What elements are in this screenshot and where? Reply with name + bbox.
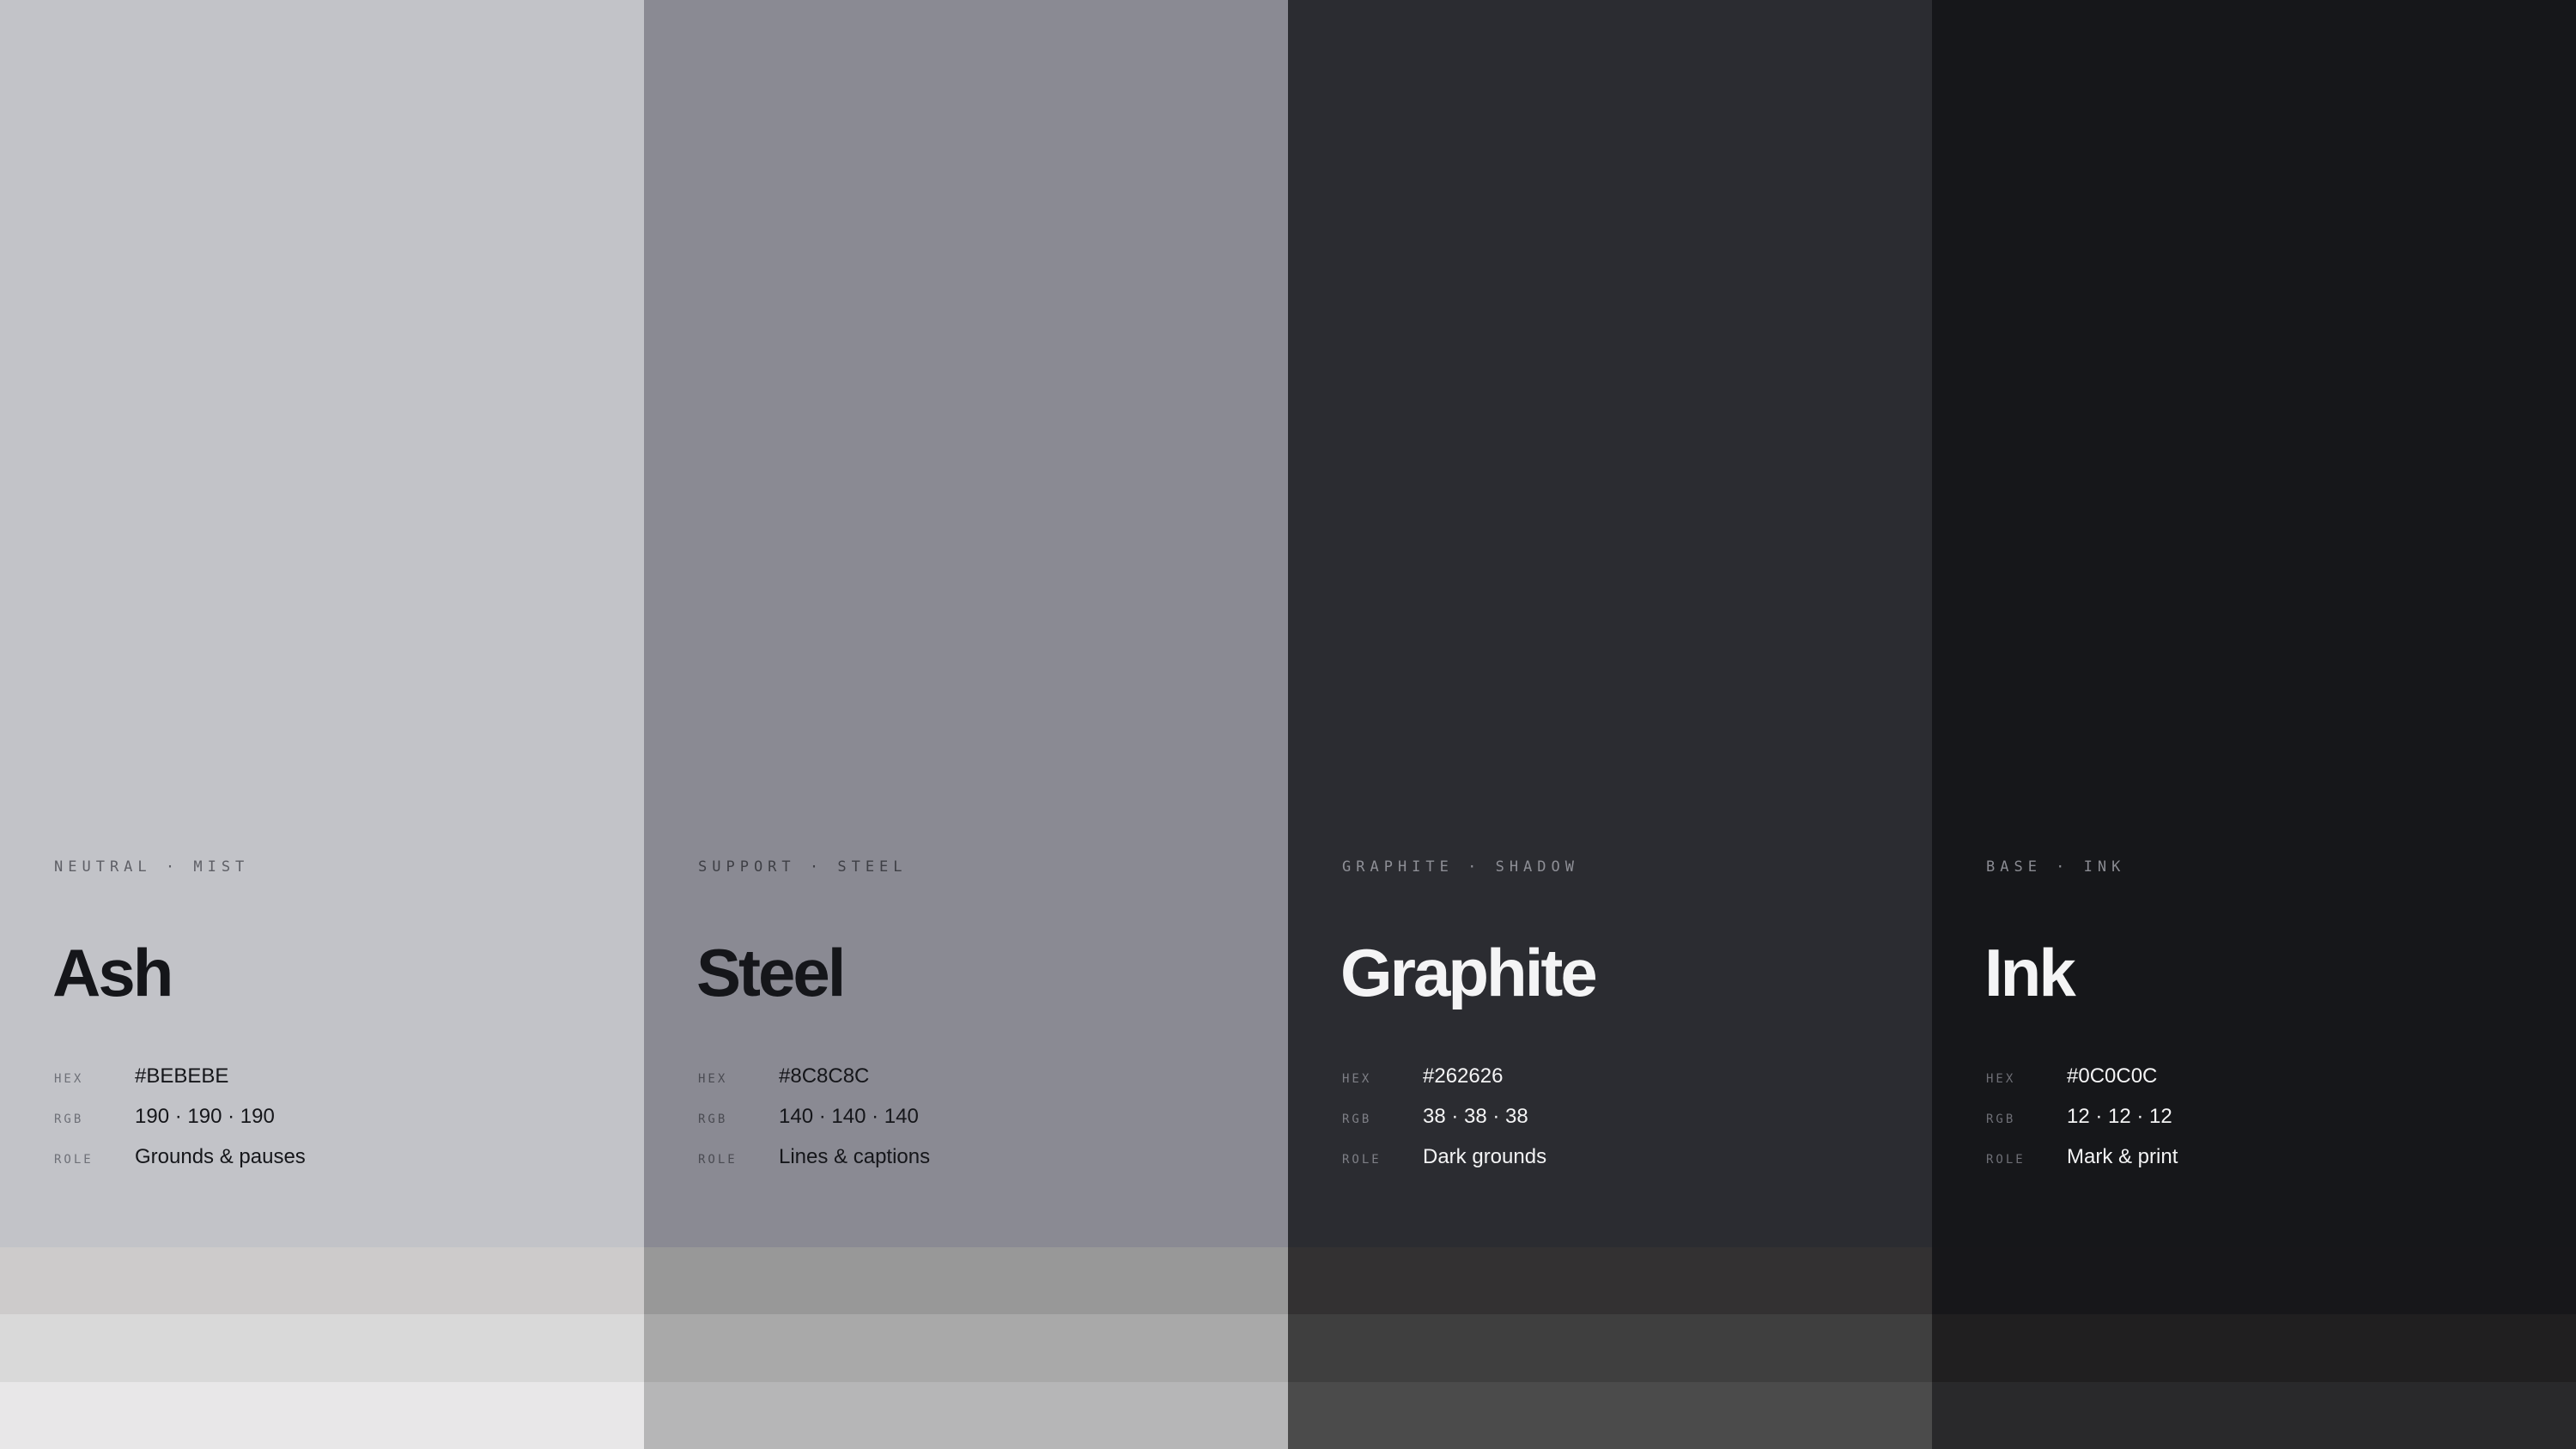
role-value: Grounds & pauses [135,1145,306,1168]
swatch-color-block [644,0,1288,1247]
hex-label: HEX [54,1072,84,1086]
spec-row-rgb: RGB 140 · 140 · 140 [698,1105,1248,1145]
tint-2 [1288,1314,1932,1382]
spec-row-hex: HEX #8C8C8C [698,1064,1248,1105]
spec-row-role: ROLE Mark & print [1986,1145,2536,1185]
spec-row-rgb: RGB 12 · 12 · 12 [1986,1105,2536,1145]
swatch-name: Steel [696,935,846,1010]
hex-value: #8C8C8C [779,1064,870,1088]
swatch-info: NEUTRAL · MIST Ash HEX #BEBEBE RGB 190 ·… [52,850,604,1168]
tint-1 [0,1247,644,1315]
swatch-eyebrow: GRAPHITE · SHADOW [1342,858,1579,876]
swatch-name: Ink [1984,935,2076,1010]
tint-1 [1932,1247,2576,1315]
swatch-ash: NEUTRAL · MIST Ash HEX #BEBEBE RGB 190 ·… [0,0,644,1449]
rgb-label: RGB [1342,1113,1372,1126]
hex-value: #262626 [1423,1064,1504,1088]
swatch-color-block [1288,0,1932,1247]
rgb-value: 12 · 12 · 12 [2067,1105,2172,1128]
spec-row-hex: HEX #262626 [1342,1064,1892,1105]
tint-strip [1932,1247,2576,1449]
tint-strip [0,1247,644,1449]
swatch-eyebrow: NEUTRAL · MIST [54,858,250,876]
tint-3 [1932,1381,2576,1449]
tint-strip [1288,1247,1932,1449]
tint-3 [0,1381,644,1449]
tint-2 [644,1314,1288,1382]
tint-3 [644,1381,1288,1449]
spec-row-hex: HEX #0C0C0C [1986,1064,2536,1105]
tint-2 [1932,1314,2576,1382]
role-value: Mark & print [2067,1145,2178,1168]
rgb-label: RGB [54,1113,84,1126]
role-label: ROLE [54,1153,94,1167]
role-label: ROLE [698,1153,738,1167]
swatch-name: Ash [52,935,173,1010]
swatch-graphite: GRAPHITE · SHADOW Graphite HEX #262626 R… [1288,0,1932,1449]
rgb-value: 38 · 38 · 38 [1423,1105,1528,1128]
swatch-info: BASE · INK Ink HEX #0C0C0C RGB 12 · 12 ·… [1984,850,2536,1168]
swatch-color-block [1932,0,2576,1247]
hex-label: HEX [698,1072,728,1086]
swatch-color-block [0,0,644,1247]
spec-row-role: ROLE Grounds & pauses [54,1145,604,1185]
swatch-specs: HEX #262626 RGB 38 · 38 · 38 ROLE Dark g… [1342,1064,1892,1185]
swatch-specs: HEX #BEBEBE RGB 190 · 190 · 190 ROLE Gro… [54,1064,604,1185]
tint-strip [644,1247,1288,1449]
swatch-eyebrow: SUPPORT · STEEL [698,858,908,876]
rgb-label: RGB [698,1113,728,1126]
swatch-info: GRAPHITE · SHADOW Graphite HEX #262626 R… [1340,850,1892,1168]
tint-1 [644,1247,1288,1315]
hex-value: #0C0C0C [2067,1064,2158,1088]
hex-label: HEX [1986,1072,2016,1086]
role-value: Dark grounds [1423,1145,1547,1168]
swatch-specs: HEX #8C8C8C RGB 140 · 140 · 140 ROLE Lin… [698,1064,1248,1185]
tint-3 [1288,1381,1932,1449]
color-palette: NEUTRAL · MIST Ash HEX #BEBEBE RGB 190 ·… [0,0,2576,1449]
rgb-value: 140 · 140 · 140 [779,1105,919,1128]
swatch-ink: BASE · INK Ink HEX #0C0C0C RGB 12 · 12 ·… [1932,0,2576,1449]
hex-label: HEX [1342,1072,1372,1086]
swatch-info: SUPPORT · STEEL Steel HEX #8C8C8C RGB 14… [696,850,1248,1168]
tint-1 [1288,1247,1932,1315]
swatch-name: Graphite [1340,935,1598,1010]
rgb-value: 190 · 190 · 190 [135,1105,275,1128]
swatch-eyebrow: BASE · INK [1986,858,2126,876]
swatch-specs: HEX #0C0C0C RGB 12 · 12 · 12 ROLE Mark &… [1986,1064,2536,1185]
hex-value: #BEBEBE [135,1064,229,1088]
spec-row-role: ROLE Lines & captions [698,1145,1248,1185]
swatch-steel: SUPPORT · STEEL Steel HEX #8C8C8C RGB 14… [644,0,1288,1449]
role-value: Lines & captions [779,1145,931,1168]
rgb-label: RGB [1986,1113,2016,1126]
role-label: ROLE [1342,1153,1382,1167]
spec-row-hex: HEX #BEBEBE [54,1064,604,1105]
spec-row-rgb: RGB 190 · 190 · 190 [54,1105,604,1145]
tint-2 [0,1314,644,1382]
spec-row-role: ROLE Dark grounds [1342,1145,1892,1185]
spec-row-rgb: RGB 38 · 38 · 38 [1342,1105,1892,1145]
role-label: ROLE [1986,1153,2026,1167]
